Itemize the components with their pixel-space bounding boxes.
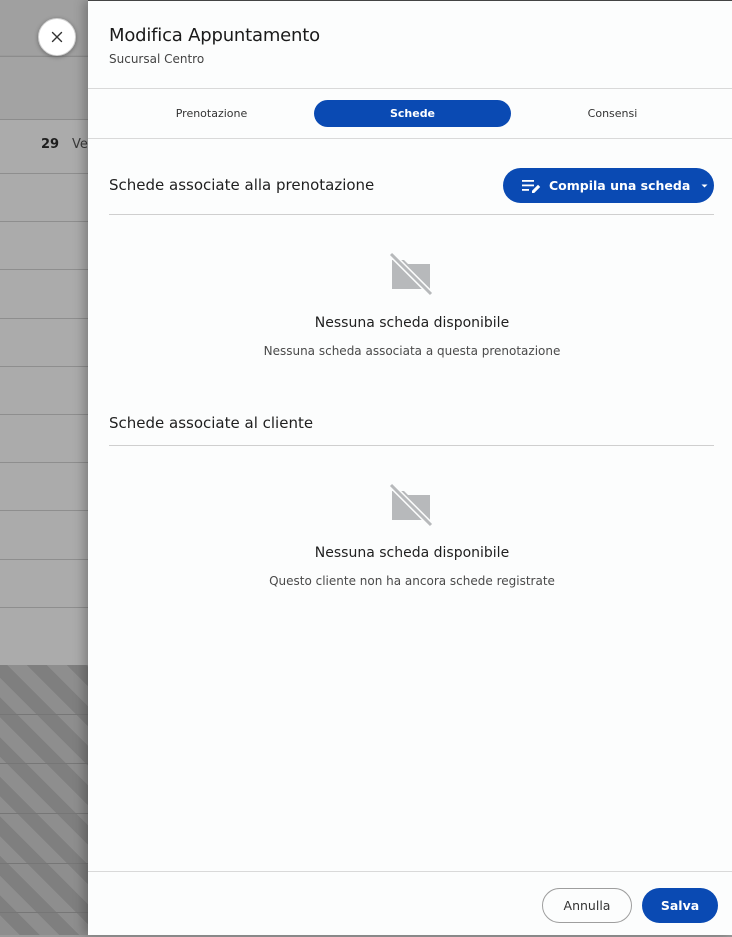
calendar-slot[interactable] [0, 606, 88, 655]
calendar-header-row [0, 56, 88, 119]
calendar-unavailable-area [0, 665, 88, 935]
tab-consensi[interactable]: Consensi [514, 100, 711, 127]
save-button[interactable]: Salva [642, 888, 718, 923]
tab-schede[interactable]: Schede [314, 100, 511, 127]
compile-form-button[interactable]: Compila una scheda [503, 168, 714, 203]
close-icon [51, 31, 63, 43]
edit-appointment-panel: Modifica Appuntamento Sucursal Centro Pr… [88, 0, 732, 935]
no-folder-icon [388, 482, 434, 528]
calendar-slot[interactable] [0, 510, 88, 558]
close-button[interactable] [38, 18, 76, 56]
calendar-time-slots [0, 173, 88, 665]
tab-prenotazione[interactable]: Prenotazione [113, 100, 310, 127]
client-empty-subtitle: Questo cliente non ha ancora schede regi… [269, 574, 555, 588]
compile-form-label: Compila una scheda [549, 178, 691, 193]
cancel-button[interactable]: Annulla [542, 888, 632, 923]
calendar-slot[interactable] [0, 221, 88, 269]
panel-title: Modifica Appuntamento [109, 25, 320, 46]
caret-down-icon [701, 184, 708, 187]
panel-footer: Annulla Salva [88, 871, 732, 937]
calendar-slot[interactable] [0, 365, 88, 414]
calendar-slot[interactable] [0, 269, 88, 317]
calendar-slot[interactable] [0, 173, 88, 221]
client-empty-title: Nessuna scheda disponibile [314, 545, 510, 561]
calendar-slot[interactable] [0, 558, 88, 607]
calendar-slot[interactable] [0, 413, 88, 462]
panel-subtitle: Sucursal Centro [109, 52, 205, 66]
panel-header: Modifica Appuntamento Sucursal Centro [88, 1, 732, 89]
section-divider [109, 445, 714, 446]
tab-bar: Prenotazione Schede Consensi [88, 89, 732, 139]
calendar-day-number: 29 [41, 137, 60, 152]
calendar-backdrop: 29 Ve [0, 0, 88, 935]
edit-list-icon [522, 179, 541, 193]
no-folder-icon [388, 251, 434, 297]
booking-empty-title: Nessuna scheda disponibile [314, 315, 510, 331]
calendar-day-name: Ve [72, 137, 88, 152]
calendar-slot[interactable] [0, 462, 88, 510]
booking-forms-title: Schede associate alla prenotazione [109, 176, 375, 194]
booking-empty-subtitle: Nessuna scheda associata a questa prenot… [263, 344, 561, 358]
client-forms-title: Schede associate al cliente [109, 414, 314, 432]
calendar-slot[interactable] [0, 317, 88, 366]
section-divider [109, 214, 714, 215]
